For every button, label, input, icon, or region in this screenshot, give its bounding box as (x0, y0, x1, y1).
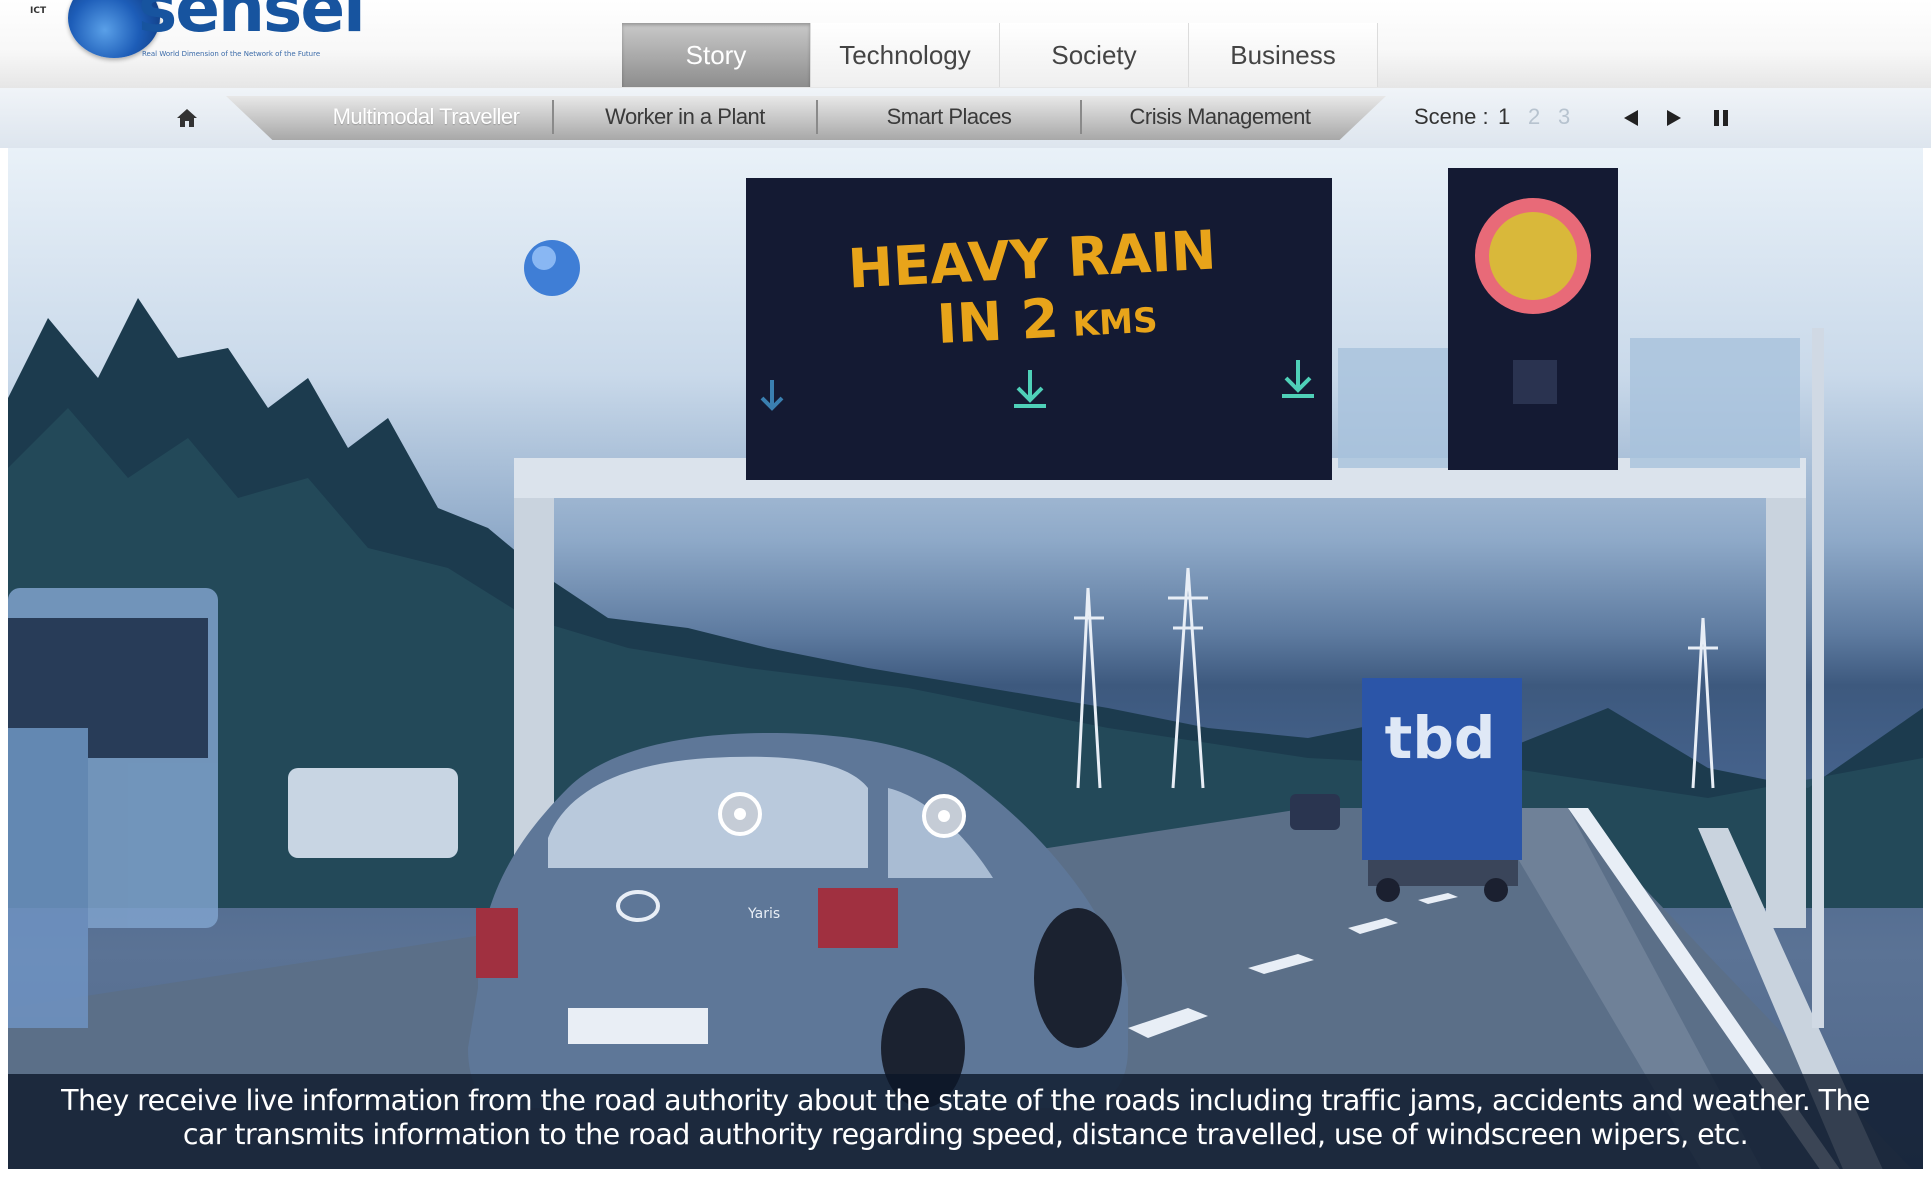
previous-icon[interactable] (1618, 106, 1644, 130)
logo-badge: ICT (30, 6, 47, 16)
hotspot-marker-side-window[interactable] (922, 794, 966, 838)
scene-image: HEAVY RAIN IN 2 KMS tbd Yaris (8, 148, 1923, 1181)
scene-number-1[interactable]: 1 (1498, 104, 1510, 130)
main-tabs: Story Technology Society Business (622, 23, 1378, 87)
tab-story[interactable]: Story (622, 23, 811, 87)
tab-society[interactable]: Society (1000, 23, 1189, 87)
hotspot-marker-rear-window[interactable] (718, 792, 762, 836)
caption-bar: They receive live information from the r… (8, 1074, 1923, 1169)
logo-tagline: Real World Dimension of the Network of t… (142, 50, 321, 58)
tab-worker-in-a-plant[interactable]: Worker in a Plant (554, 100, 818, 134)
tab-technology[interactable]: Technology (811, 23, 1000, 87)
caption-text: They receive live information from the r… (61, 1084, 1870, 1151)
truck-logo: tbd (1385, 704, 1496, 772)
tbd-truck: tbd (1362, 678, 1522, 902)
bottom-strip (0, 1169, 1931, 1181)
blurred-bus (8, 588, 218, 1028)
car-model-badge: Yaris (747, 906, 780, 922)
sensei-logo[interactable]: ICT sensei Real World Dimension of the N… (30, 0, 366, 70)
top-header: ICT sensei Real World Dimension of the N… (0, 0, 1931, 88)
road-scene-illustration: HEAVY RAIN IN 2 KMS tbd Yaris (8, 168, 1923, 1181)
scene-label: Scene : (1414, 104, 1489, 129)
tab-smart-places[interactable]: Smart Places (818, 100, 1082, 134)
scene-number-3[interactable]: 3 (1558, 104, 1570, 130)
distant-car (1290, 794, 1340, 830)
scenario-tabs: Multimodal Traveller Worker in a Plant S… (300, 100, 1358, 134)
globe-marker-icon[interactable] (524, 240, 580, 296)
tab-business[interactable]: Business (1189, 23, 1378, 87)
variable-message-sign: HEAVY RAIN IN 2 KMS (746, 178, 1332, 480)
play-icon[interactable] (1661, 106, 1687, 130)
speed-signal-sign (1448, 168, 1618, 470)
scene-number-2[interactable]: 2 (1528, 104, 1540, 130)
tab-multimodal-traveller[interactable]: Multimodal Traveller (300, 100, 554, 134)
pause-icon[interactable] (1708, 106, 1734, 130)
tab-crisis-management[interactable]: Crisis Management (1082, 100, 1358, 134)
logo-brand: sensei (138, 0, 366, 47)
home-icon[interactable] (176, 108, 198, 128)
white-van (288, 768, 458, 858)
